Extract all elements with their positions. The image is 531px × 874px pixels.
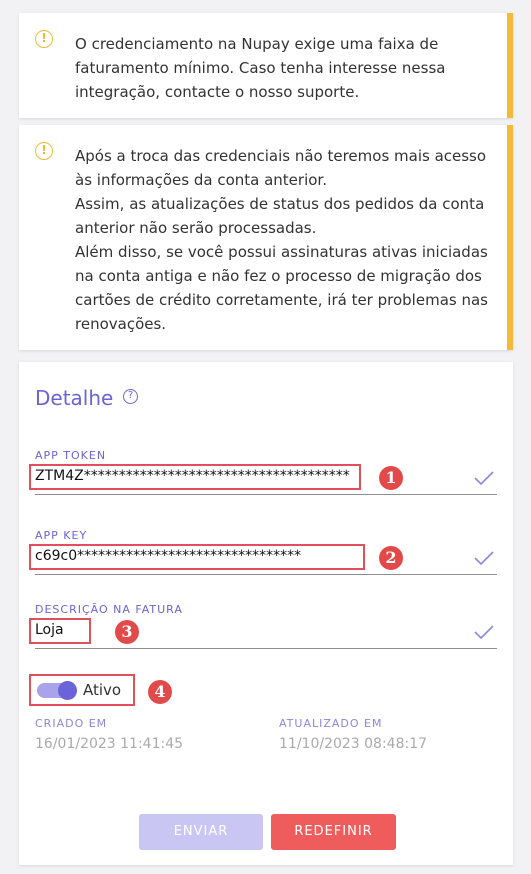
active-toggle-container[interactable]: Ativo [29, 674, 135, 706]
active-toggle[interactable] [37, 681, 77, 700]
check-icon [474, 551, 494, 566]
created-label: CRIADO EM [35, 717, 108, 730]
help-icon[interactable]: ? [123, 389, 138, 404]
detail-card: Detalhe ? APP TOKEN ZTM4Z***************… [19, 362, 513, 865]
created-value: 16/01/2023 11:41:45 [35, 736, 184, 752]
app-token-field: APP TOKEN ZTM4Z*************************… [29, 449, 497, 495]
alert-text: O credenciamento na Nupay exige uma faix… [75, 35, 446, 101]
warning-icon: ! [35, 142, 53, 160]
app-key-label: APP KEY [35, 529, 88, 542]
active-toggle-label: Ativo [83, 681, 122, 699]
annotation-badge-4: 4 [148, 680, 172, 704]
send-button[interactable]: ENVIAR [139, 814, 263, 850]
updated-at: ATUALIZADO EM 11/10/2023 08:48:17 [279, 717, 427, 752]
app-key-input[interactable]: c69c0******************************** [29, 544, 365, 570]
alert-accent-bar [507, 125, 513, 350]
annotation-badge-1: 1 [379, 466, 403, 490]
created-at: CRIADO EM 16/01/2023 11:41:45 [35, 717, 183, 752]
input-underline [35, 494, 497, 495]
check-icon [474, 471, 494, 486]
input-underline [35, 574, 497, 575]
updated-label: ATUALIZADO EM [279, 717, 383, 730]
app-key-field: APP KEY c69c0***************************… [29, 529, 497, 575]
alert-text: Após a troca das credenciais não teremos… [75, 147, 488, 333]
annotation-badge-3: 3 [115, 620, 139, 644]
check-icon [474, 625, 494, 640]
app-token-input[interactable]: ZTM4Z***********************************… [29, 464, 361, 490]
section-title: Detalhe [35, 386, 114, 410]
credentials-warning-alert: ! Após a troca das credenciais não terem… [19, 125, 513, 350]
warning-icon: ! [35, 30, 53, 48]
invoice-description-label: DESCRIÇÃO NA FATURA [35, 603, 183, 616]
input-underline [35, 648, 497, 649]
annotation-badge-2: 2 [379, 546, 403, 570]
invoice-description-field: DESCRIÇÃO NA FATURA Loja 3 [29, 603, 497, 649]
nupay-warning-alert: ! O credenciamento na Nupay exige uma fa… [19, 13, 513, 118]
reset-button[interactable]: REDEFINIR [271, 814, 396, 850]
invoice-description-input[interactable]: Loja [29, 618, 91, 644]
updated-value: 11/10/2023 08:48:17 [279, 736, 428, 752]
app-token-label: APP TOKEN [35, 449, 107, 462]
alert-accent-bar [507, 13, 513, 118]
toggle-knob [58, 681, 77, 700]
